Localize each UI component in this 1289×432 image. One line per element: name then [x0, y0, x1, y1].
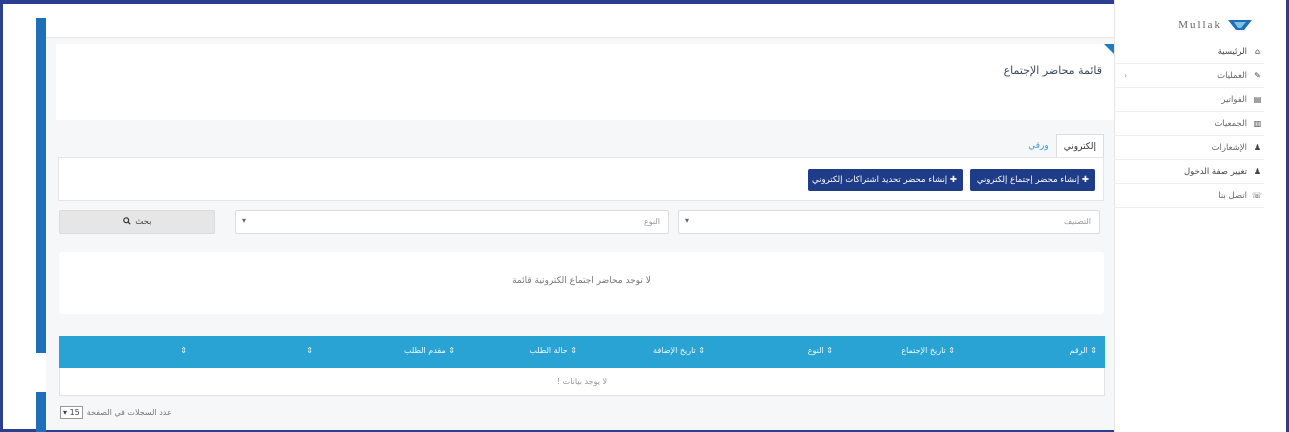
table-header: ⇕ الرقم ⇕ تاريخ الإجتماع ⇕ النوع ⇕ تاريخ… [59, 336, 1105, 368]
sidebar-item-label: الرئيسية [1217, 46, 1247, 57]
actions-panel: ✚ إنشاء محضر إجتماع إلكتروني ✚ إنشاء محض… [58, 157, 1104, 201]
sidebar-item-operations[interactable]: ✎ العمليات ‹ [1114, 64, 1264, 88]
column-header-request-status[interactable]: ⇕ حالة الطلب [529, 346, 577, 355]
sidebar-item-label: الجمعيات [1214, 118, 1247, 129]
corner-ribbon [1104, 44, 1114, 54]
building-icon: ▥ [1253, 119, 1262, 128]
chevron-down-icon: ▾ [63, 407, 68, 417]
column-header-blank-2[interactable]: ⇕ [180, 346, 187, 355]
page-size-label: عدد السجلات في الصفحة [86, 407, 172, 417]
home-icon: ⌂ [1254, 47, 1261, 56]
accent-bar [36, 18, 46, 353]
classification-label: التصنيف [1063, 217, 1091, 226]
sidebar-item-label: اتصل بنا [1218, 190, 1247, 201]
page-size-value: 15 [69, 407, 80, 417]
user-icon: ♟ [1253, 167, 1262, 176]
bell-icon: ♟ [1253, 143, 1262, 152]
column-header-type[interactable]: ⇕ النوع [808, 346, 833, 355]
sidebar: Mullak ⌂ الرئيسية ✎ العمليات ‹ ▤ الفواتي… [1114, 0, 1286, 432]
tab-paper[interactable]: ورقي [1021, 134, 1056, 158]
column-header-number[interactable]: ⇕ الرقم [1070, 346, 1097, 355]
create-subscription-minutes-button[interactable]: ✚ إنشاء محضر تحديد اشتراكات إلكتروني [808, 169, 963, 191]
sidebar-item-notifications[interactable]: ♟ الإشعارات [1114, 136, 1264, 160]
page-title: قائمة محاضر الإجتماع [1003, 64, 1102, 77]
invoice-icon: ▤ [1253, 95, 1262, 104]
sidebar-item-contact[interactable]: ☏ اتصل بنا [1114, 184, 1264, 208]
edit-icon: ✎ [1254, 71, 1261, 80]
tab-electronic[interactable]: إلكتروني [1055, 134, 1104, 158]
tab-bar: إلكتروني ورقي [1021, 134, 1104, 158]
sidebar-item-home[interactable]: ⌂ الرئيسية [1114, 40, 1264, 64]
phone-icon: ☏ [1251, 191, 1262, 200]
minutes-table: ⇕ الرقم ⇕ تاريخ الإجتماع ⇕ النوع ⇕ تاريخ… [59, 336, 1105, 396]
sidebar-item-associations[interactable]: ▥ الجمعيات [1114, 112, 1264, 136]
create-electronic-minutes-button[interactable]: ✚ إنشاء محضر إجتماع إلكتروني [970, 169, 1095, 191]
type-select[interactable]: النوع ▾ [235, 210, 669, 234]
search-button[interactable]: بحث [59, 210, 215, 234]
sidebar-nav: ⌂ الرئيسية ✎ العمليات ‹ ▤ الفواتير ▥ الج… [1114, 40, 1264, 208]
column-header-requester[interactable]: ⇕ مقدم الطلب [404, 346, 455, 355]
type-label: النوع [644, 217, 660, 226]
sidebar-item-label: تغيير صفة الدخول [1184, 166, 1247, 177]
sidebar-item-invoices[interactable]: ▤ الفواتير [1114, 88, 1264, 112]
logo: Mullak [1178, 18, 1252, 32]
logo-mark-icon [1228, 20, 1252, 30]
page-size-control: ▾ 15 عدد السجلات في الصفحة [60, 405, 172, 419]
accent-bar-lower [36, 392, 46, 432]
sidebar-item-change-role[interactable]: ♟ تغيير صفة الدخول [1114, 160, 1264, 184]
chevron-left-icon: ‹ [1124, 71, 1128, 80]
logo-text: Mullak [1178, 19, 1222, 31]
classification-select[interactable]: التصنيف ▾ [678, 210, 1100, 234]
top-bar [46, 20, 1114, 38]
main-content: قائمة محاضر الإجتماع إلكتروني ورقي ✚ إنش… [46, 20, 1114, 430]
column-header-meeting-date[interactable]: ⇕ تاريخ الإجتماع [901, 346, 955, 355]
table-empty-row: لا يوجد بيانات ! [59, 368, 1105, 396]
column-header-blank-1[interactable]: ⇕ [306, 346, 313, 355]
page-size-select[interactable]: ▾ 15 [60, 405, 83, 419]
column-header-added-date[interactable]: ⇕ تاريخ الإضافة [653, 346, 705, 355]
search-icon [122, 217, 131, 225]
empty-state-card: لا توجد محاضر اجتماع الكترونية قائمة [59, 252, 1104, 314]
search-button-label: بحث [135, 217, 152, 227]
title-card [56, 44, 1114, 120]
chevron-down-icon: ▾ [242, 216, 247, 225]
sidebar-item-label: الفواتير [1221, 94, 1247, 105]
empty-state-message: لا توجد محاضر اجتماع الكترونية قائمة [512, 276, 651, 286]
chevron-down-icon: ▾ [685, 216, 690, 225]
sidebar-item-label: الإشعارات [1211, 142, 1248, 153]
sidebar-item-label: العمليات [1217, 70, 1247, 81]
